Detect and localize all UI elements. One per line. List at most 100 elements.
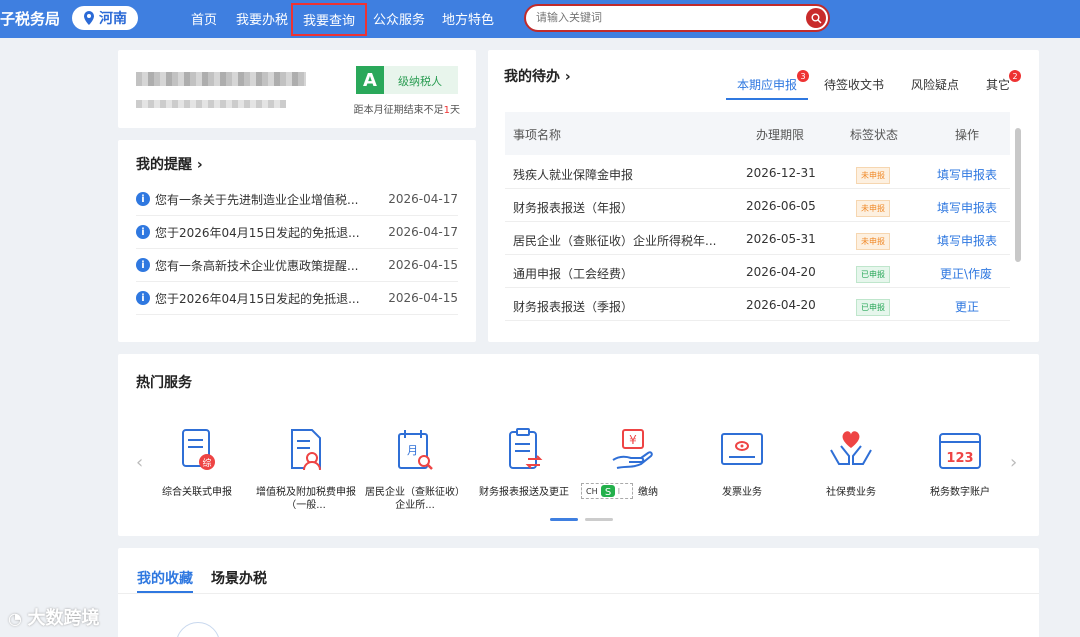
financial-report-icon — [509, 428, 543, 469]
todo-table-header: 事项名称 办理期限 标签状态 操作 — [505, 112, 1010, 155]
carousel-next-arrow[interactable]: › — [1010, 452, 1017, 473]
carousel-dot-active[interactable] — [550, 518, 578, 521]
svg-text:综: 综 — [202, 457, 211, 469]
svg-text:S: S — [604, 487, 610, 497]
nav-local-features[interactable]: 地方特色 — [442, 9, 494, 28]
active-tab-indicator — [726, 98, 808, 100]
info-icon: i — [136, 258, 150, 272]
item-name: 残疾人就业保障金申报 — [513, 168, 634, 182]
vat-declaration-icon — [291, 429, 321, 471]
search-button[interactable] — [806, 8, 826, 28]
info-icon: i — [136, 291, 150, 305]
region-label: 河南 — [99, 11, 127, 27]
favorites-card — [118, 548, 1039, 637]
reminder-date: 2026-04-17 — [388, 225, 458, 239]
reminder-item[interactable]: i 您于2026年04月15日发起的免抵退... 2026-04-17 — [136, 216, 458, 249]
comprehensive-declaration-icon: 综 — [182, 429, 215, 470]
action-link[interactable]: 更正 — [955, 298, 979, 315]
partial-row — [505, 322, 1010, 332]
service-item[interactable]: 社保费业务 — [801, 426, 901, 499]
col-status: 标签状态 — [850, 128, 899, 142]
svg-text:月: 月 — [407, 444, 418, 457]
tab-badge: 3 — [797, 70, 809, 82]
taxpayer-grade-badge: A 级纳税人 — [356, 66, 458, 94]
service-item[interactable]: 财务报表报送及更正 — [474, 426, 574, 499]
ime-menu-icon: ⁝ — [617, 486, 621, 496]
tab-my-favorites[interactable]: 我的收藏 — [137, 568, 193, 588]
deadline-notice: 距本月征期结束不足1天 — [354, 101, 460, 116]
tab-risk[interactable]: 风险疑点 — [911, 76, 959, 93]
tab-documents[interactable]: 待签收文书 — [824, 76, 884, 93]
service-item[interactable]: 123 税务数字账户 — [910, 426, 1010, 499]
nav-tax-handling[interactable]: 我要办税 — [236, 9, 288, 28]
service-label: 增值税及附加税费申报（一般... — [256, 487, 356, 511]
search-icon — [811, 13, 821, 23]
item-deadline: 2026-12-31 — [746, 166, 816, 180]
reminder-item[interactable]: i 您有一条高新技术企业优惠政策提醒... 2026-04-15 — [136, 249, 458, 282]
reminder-date: 2026-04-15 — [388, 258, 458, 272]
taxpayer-name-redacted — [136, 72, 306, 86]
search-box — [524, 4, 830, 32]
nav-home[interactable]: 首页 — [191, 9, 217, 28]
grade-label: 级纳税人 — [398, 75, 442, 88]
service-label: 社保费业务 — [826, 487, 876, 498]
item-name: 居民企业（查账征收）企业所得税年... — [513, 234, 717, 248]
status-badge: 未申报 — [856, 233, 890, 250]
service-label: 居民企业（查账征收）企业所... — [365, 487, 465, 511]
todo-title[interactable]: 我的待办 › — [504, 66, 571, 86]
tax-payment-icon: ¥ — [612, 429, 653, 469]
tab-other[interactable]: 其它 — [986, 76, 1010, 93]
service-label: 财务报表报送及更正 — [479, 487, 569, 498]
active-tab-indicator — [137, 591, 193, 593]
deadline-suffix: 天 — [450, 105, 460, 116]
add-favorite-placeholder[interactable] — [176, 622, 220, 637]
reminders-title[interactable]: 我的提醒 › — [136, 154, 203, 174]
table-row: 财务报表报送（季报） 2026-04-20 已申报 更正 — [505, 288, 1010, 321]
reminders-card: 我的提醒 › i 您有一条关于先进制造业企业增值税... 2026-04-17 … — [118, 140, 476, 342]
service-item[interactable]: 增值税及附加税费申报（一般... — [256, 426, 356, 512]
location-pin-icon — [84, 11, 94, 25]
reminder-date: 2026-04-17 — [388, 192, 458, 206]
tab-current-declaration[interactable]: 本期应申报 — [737, 76, 797, 93]
status-badge: 未申报 — [856, 167, 890, 184]
reminder-item[interactable]: i 您有一条关于先进制造业企业增值税... 2026-04-17 — [136, 183, 458, 216]
todo-scrollbar[interactable] — [1015, 128, 1021, 262]
watermark-logo-icon: ◔ — [8, 609, 28, 628]
nav-query[interactable]: 我要查询 — [291, 3, 368, 36]
watermark: ◔ 大数跨境 — [8, 604, 100, 630]
service-label: 发票业务 — [722, 487, 762, 498]
action-link[interactable]: 更正\作废 — [940, 265, 992, 282]
item-deadline: 2026-06-05 — [746, 199, 816, 213]
grade-letter: A — [356, 66, 384, 94]
service-item[interactable]: 发票业务 — [692, 426, 792, 499]
profile-card: A 级纳税人 距本月征期结束不足1天 — [118, 50, 476, 128]
enterprise-income-tax-icon: 月 — [398, 430, 433, 470]
carousel-prev-arrow[interactable]: ‹ — [136, 452, 143, 473]
service-item[interactable]: 综 综合关联式申报 — [147, 426, 247, 499]
search-input[interactable] — [536, 11, 796, 24]
col-name: 事项名称 — [513, 128, 562, 142]
carousel-dot[interactable] — [585, 518, 613, 521]
ime-toolbar[interactable]: CH S ⁝ — [581, 483, 633, 499]
taxpayer-id-redacted — [136, 100, 286, 108]
action-link[interactable]: 填写申报表 — [937, 199, 997, 216]
reminder-text: 您于2026年04月15日发起的免抵退... — [155, 225, 360, 240]
service-item[interactable]: 月 居民企业（查账征收）企业所... — [365, 426, 465, 512]
ime-logo-icon: S — [600, 485, 615, 497]
service-label: 税务数字账户 — [930, 487, 990, 498]
service-label: 综合关联式申报 — [162, 487, 232, 498]
region-selector[interactable]: 河南 — [72, 6, 138, 30]
status-badge: 已申报 — [856, 299, 890, 316]
item-name: 财务报表报送（季报） — [513, 300, 634, 314]
action-link[interactable]: 填写申报表 — [937, 166, 997, 183]
top-navbar: 子税务局 河南 首页 我要办税 我要查询 公众服务 地方特色 — [0, 0, 1080, 38]
tab-scenario-tax[interactable]: 场景办税 — [211, 568, 267, 588]
table-row: 通用申报（工会经费） 2026-04-20 已申报 更正\作废 — [505, 255, 1010, 288]
reminder-item[interactable]: i 您于2026年04月15日发起的免抵退... 2026-04-15 — [136, 282, 458, 315]
action-link[interactable]: 填写申报表 — [937, 232, 997, 249]
deadline-prefix: 距本月征期结束不足 — [353, 105, 444, 116]
nav-public-services[interactable]: 公众服务 — [373, 9, 425, 28]
col-action: 操作 — [955, 128, 980, 142]
table-row: 残疾人就业保障金申报 2026-12-31 未申报 填写申报表 — [505, 156, 1010, 189]
status-badge: 未申报 — [856, 200, 890, 217]
